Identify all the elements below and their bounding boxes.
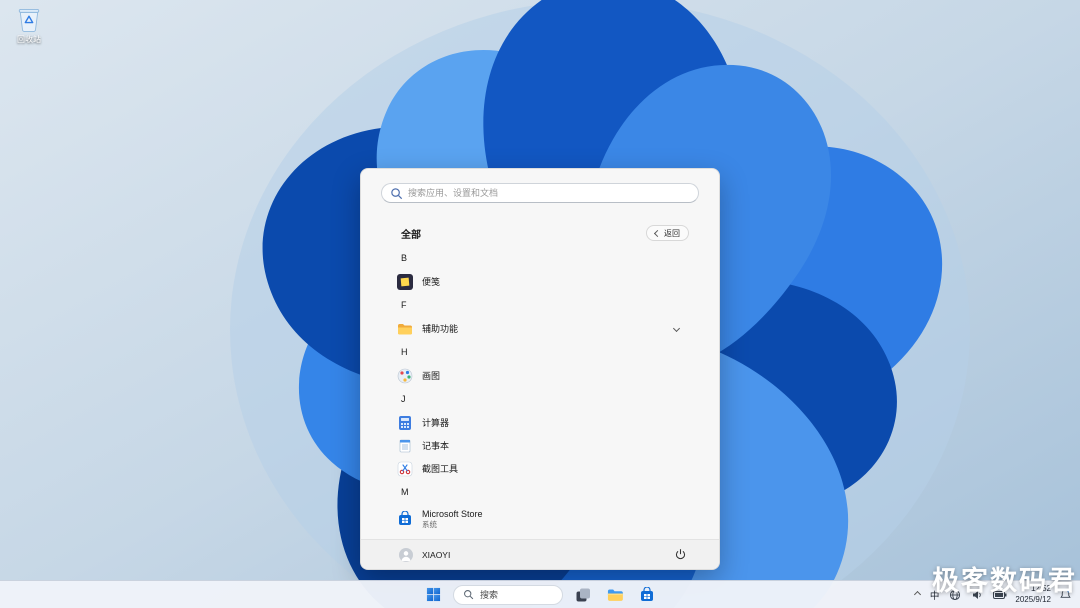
app-item-notepad[interactable]: 记事本 [361,434,719,457]
file-explorer-button[interactable] [603,583,627,607]
taskbar-search-box[interactable]: 搜索 [453,584,563,605]
chevron-up-icon [913,590,921,599]
app-label: 计算器 [422,418,450,428]
app-item-sticky-notes[interactable]: 便笺 [361,270,719,293]
sticky-notes-icon [397,273,413,290]
chevron-left-icon [653,229,662,237]
power-icon[interactable] [674,548,687,561]
microsoft-store-button[interactable] [635,583,659,607]
app-item-calculator[interactable]: 计算器 [361,411,719,434]
microsoft-store-icon [639,586,655,603]
app-item-snipping-tool[interactable]: 截图工具 [361,457,719,480]
app-label: 辅助功能 [422,324,459,334]
letter-header-h[interactable]: H [361,340,719,364]
app-label: Microsoft Store [422,508,483,519]
app-item-paint[interactable]: 画图 [361,364,719,387]
recycle-bin-label: 回收站 [17,35,41,44]
task-view-button[interactable] [571,583,595,607]
notepad-icon [397,438,413,454]
letter-header-b[interactable]: B [361,246,719,270]
back-button[interactable]: 返回 [646,225,689,241]
search-icon [464,590,474,600]
recycle-bin[interactable]: 回收站 [6,6,52,45]
apps-header-row: 全部 返回 [401,224,689,242]
app-sublabel: 系统 [422,519,437,529]
taskbar-center: 搜索 [421,581,659,608]
letter-header-f[interactable]: F [361,293,719,317]
folder-icon [397,321,413,337]
search-icon [391,188,403,200]
app-label: 画图 [422,371,441,381]
app-label: 便笺 [422,277,441,287]
watermark-text: 极客数码君 [932,566,1077,596]
back-button-label: 返回 [664,228,680,238]
paint-icon [397,368,413,384]
app-item-microsoft-store[interactable]: Microsoft Store 系统 [361,504,719,534]
start-search [381,183,699,203]
user-avatar-icon[interactable] [399,547,413,562]
recycle-bin-icon [17,6,41,32]
snipping-tool-icon [397,461,413,477]
all-apps-title: 全部 [401,229,421,241]
chevron-down-icon[interactable] [672,324,681,333]
calculator-icon [397,415,413,431]
app-label: 记事本 [422,441,450,451]
taskbar-search-label: 搜索 [480,590,499,600]
start-search-input[interactable] [381,183,699,203]
taskbar: 搜索 中 12:52 2025/9/12 [0,580,1080,608]
letter-header-j[interactable]: J [361,387,719,411]
app-label: 截图工具 [422,464,459,474]
windows-logo-icon [426,587,441,602]
app-item-accessibility[interactable]: 辅助功能 [361,317,719,340]
app-list: B 便笺 F 辅助功能 H 画图 J 计算器 记事本 截图工具 M Micros… [361,246,719,558]
file-explorer-icon [607,587,624,603]
tray-chevron-up[interactable] [913,590,922,599]
desktop: 回收站 全部 返回 B 便笺 F [0,0,1080,608]
start-user-bar: XIAOYI [361,539,719,569]
task-view-icon [575,587,591,603]
microsoft-store-icon [397,511,413,527]
start-menu-panel: 全部 返回 B 便笺 F 辅助功能 H [360,168,720,570]
start-button[interactable] [421,583,445,607]
letter-header-m[interactable]: M [361,480,719,504]
user-name[interactable]: XIAOYI [422,550,450,560]
